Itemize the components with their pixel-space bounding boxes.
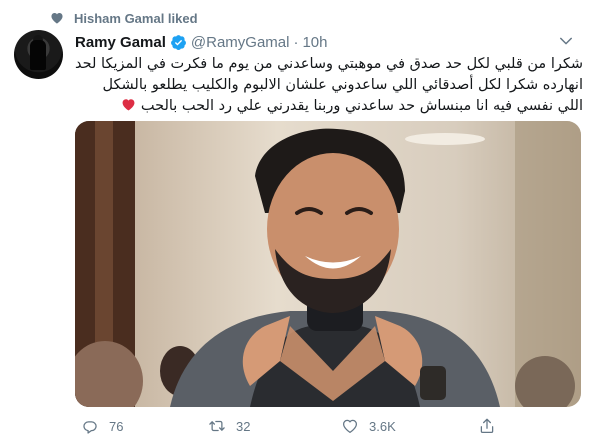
author-handle[interactable]: @RamyGamal bbox=[191, 34, 290, 51]
tweet-header: Ramy Gamal @RamyGamal · 10h bbox=[75, 32, 328, 52]
verified-icon bbox=[170, 34, 186, 50]
retweet-button[interactable]: 32 bbox=[208, 414, 250, 438]
tweet-actions: 76 32 3.6K bbox=[75, 414, 575, 438]
reply-count: 76 bbox=[109, 418, 124, 434]
like-count: 3.6K bbox=[369, 418, 396, 434]
reply-icon bbox=[83, 421, 97, 434]
tweet-timestamp[interactable]: 10h bbox=[302, 34, 327, 51]
liked-by-text[interactable]: Hisham Gamal liked bbox=[74, 11, 198, 26]
like-icon bbox=[342, 419, 358, 434]
tweet-photo[interactable] bbox=[75, 121, 581, 407]
like-button[interactable]: 3.6K bbox=[341, 414, 396, 438]
author-name[interactable]: Ramy Gamal bbox=[75, 34, 166, 51]
tweet-text: شكرا من قلبي لكل حد صدق في موهبتي وساعدن… bbox=[75, 54, 583, 117]
tweet-text-line: اللي نفسي فيه انا مبنساش حد ساعدني وربنا… bbox=[75, 96, 583, 117]
tweet-text-line-content: اللي نفسي فيه انا مبنساش حد ساعدني وربنا… bbox=[140, 98, 583, 114]
chevron-down-icon[interactable] bbox=[557, 32, 575, 50]
share-icon bbox=[480, 418, 494, 434]
red-heart-emoji-icon bbox=[122, 99, 135, 111]
separator-dot: · bbox=[293, 33, 299, 51]
photo-illustration bbox=[75, 121, 581, 407]
reply-button[interactable]: 76 bbox=[81, 414, 123, 438]
share-button[interactable] bbox=[478, 414, 496, 438]
avatar[interactable] bbox=[14, 30, 63, 79]
tweet-text-line: انهارده شكرا لكل أصدقائي اللي ساعدوني عل… bbox=[102, 77, 583, 93]
heart-icon bbox=[51, 13, 63, 24]
social-context: Hisham Gamal liked bbox=[50, 8, 198, 28]
retweet-icon bbox=[209, 420, 225, 432]
retweet-count: 32 bbox=[236, 418, 251, 434]
tweet-text-line: شكرا من قلبي لكل حد صدق في موهبتي وساعدن… bbox=[75, 56, 583, 72]
